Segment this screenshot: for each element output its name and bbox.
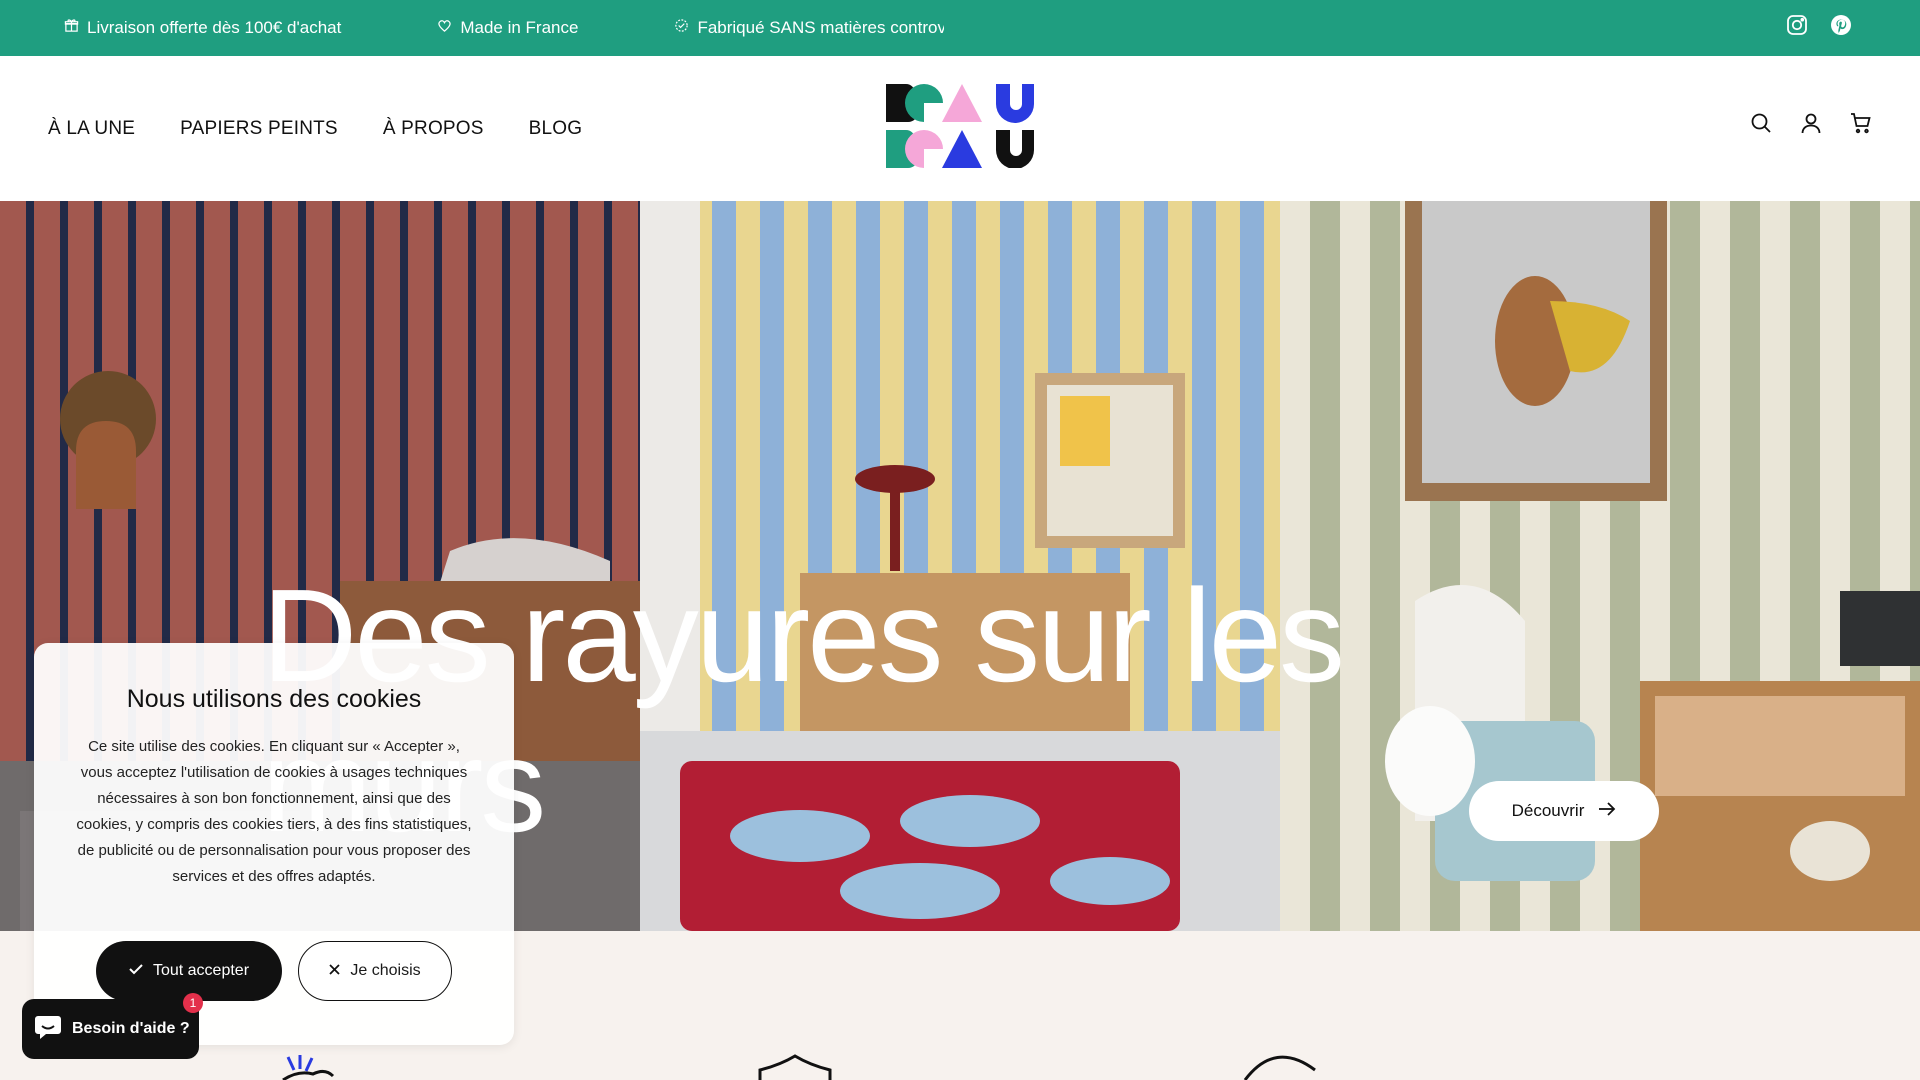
header-actions	[1750, 112, 1872, 134]
discover-button[interactable]: Découvrir	[1469, 781, 1659, 841]
choose-cookies-button[interactable]: Je choisis	[298, 941, 452, 1001]
cookie-actions: Tout accepter Je choisis	[96, 941, 452, 1001]
gift-icon	[64, 18, 79, 38]
nav-item-a-la-une[interactable]: À LA UNE	[48, 118, 135, 140]
announcement-item-shipping: Livraison offerte dès 100€ d'achat	[64, 18, 341, 38]
chat-bubble-icon	[34, 1014, 62, 1045]
site-header: À LA UNE PAPIERS PEINTS À PROPOS BLOG	[0, 56, 1920, 201]
arrow-right-icon	[1598, 801, 1616, 821]
cookie-body: Ce site utilise des cookies. En cliquant…	[76, 738, 472, 885]
brand-logo-graphic	[886, 84, 1034, 169]
search-icon[interactable]	[1750, 112, 1772, 134]
nav-item-a-propos[interactable]: À PROPOS	[383, 118, 484, 140]
instagram-icon[interactable]	[1786, 14, 1808, 36]
globe-icon	[1243, 1055, 1316, 1080]
cart-icon[interactable]	[1850, 112, 1872, 134]
close-icon	[329, 962, 341, 980]
brand-logo[interactable]	[886, 84, 1034, 169]
cookie-consent-dialog: Nous utilisons des cookies Ce site utili…	[34, 643, 514, 1045]
announcement-items: Livraison offerte dès 100€ d'achat Made …	[64, 0, 944, 56]
account-icon[interactable]	[1800, 112, 1822, 134]
chat-widget-button[interactable]: Besoin d'aide ? 1	[22, 993, 203, 1059]
nav-item-blog[interactable]: BLOG	[529, 118, 583, 140]
announcement-bar: Livraison offerte dès 100€ d'achat Made …	[0, 0, 1920, 56]
check-icon	[129, 962, 143, 980]
announcement-item-materials: Fabriqué SANS matières controve	[674, 18, 944, 38]
nav-item-papiers-peints[interactable]: PAPIERS PEINTS	[180, 118, 338, 140]
sparkle-hand-icon	[282, 1055, 335, 1080]
chat-notification-badge: 1	[183, 993, 203, 1013]
chat-label: Besoin d'aide ?	[72, 1020, 190, 1037]
announcement-item-made-in-france: Made in France	[437, 18, 578, 38]
heart-icon	[437, 18, 452, 38]
leaf-badge-icon	[674, 18, 689, 38]
cookie-title: Nous utilisons des cookies	[126, 685, 422, 713]
main-nav: À LA UNE PAPIERS PEINTS À PROPOS BLOG	[48, 56, 582, 201]
accept-all-button[interactable]: Tout accepter	[96, 941, 282, 1001]
pinterest-icon[interactable]	[1830, 14, 1852, 36]
badge-shield-icon	[758, 1054, 832, 1080]
social-links	[1786, 14, 1852, 36]
